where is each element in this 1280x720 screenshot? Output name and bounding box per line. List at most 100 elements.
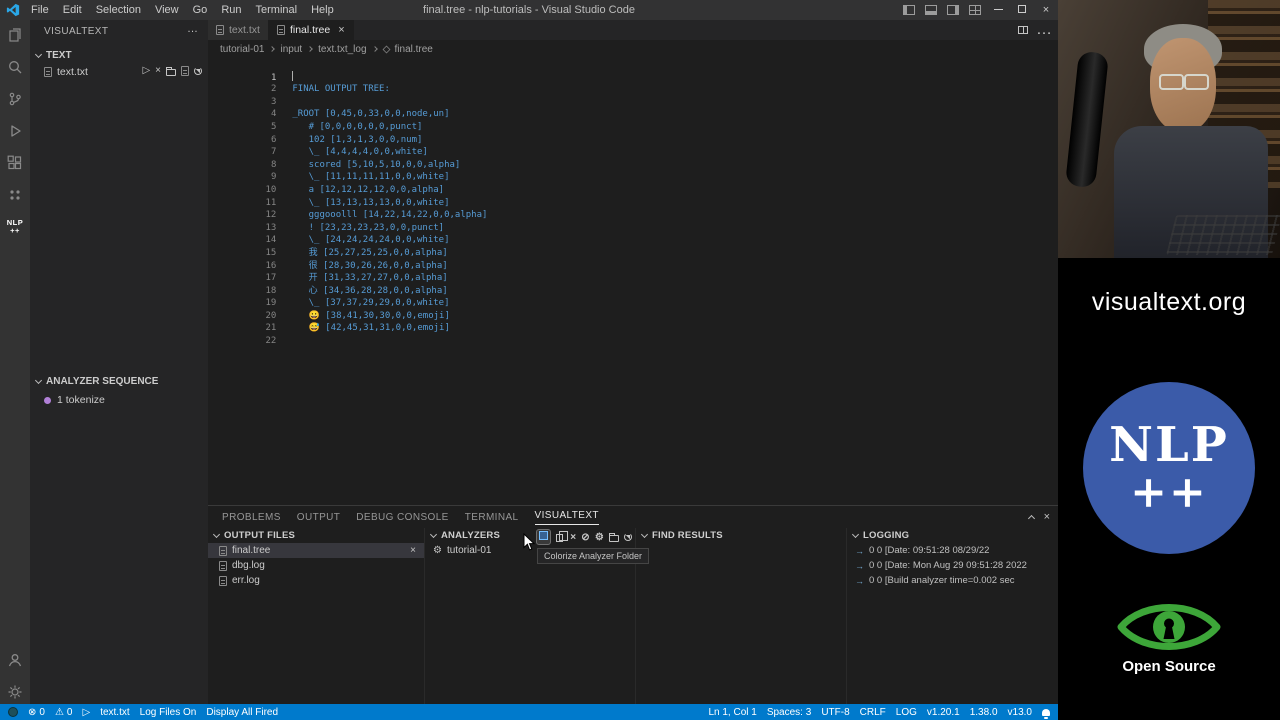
sidebar-item-text-file[interactable]: text.txt ▷ × xyxy=(30,64,208,80)
toggle-secondary-sidebar-icon[interactable] xyxy=(947,5,959,15)
code-line[interactable]: 1 xyxy=(208,58,1058,83)
line-text: 我 [25,27,25,25,0,0,alpha] xyxy=(292,247,448,258)
menu-item[interactable]: Edit xyxy=(56,0,89,20)
analyzer-sequence-header[interactable]: ANALYZER SEQUENCE ↓ ↑ xyxy=(34,376,158,387)
errors-badge[interactable]: ⊗ 0 xyxy=(28,707,45,718)
tab-text-txt[interactable]: text.txt xyxy=(208,20,269,40)
close-icon[interactable]: × xyxy=(570,532,576,543)
close-icon[interactable]: × xyxy=(410,545,416,556)
code-line[interactable]: 2 FINAL OUTPUT TREE: xyxy=(208,71,1058,94)
tab-visualtext[interactable]: VISUALTEXT xyxy=(534,510,599,525)
status-version-1[interactable]: v1.20.1 xyxy=(927,707,960,718)
refresh-icon[interactable] xyxy=(624,533,632,541)
status-version-2[interactable]: 1.38.0 xyxy=(970,707,998,718)
search-icon[interactable] xyxy=(0,55,30,79)
close-tab-icon[interactable]: × xyxy=(338,24,344,36)
close-icon[interactable]: × xyxy=(155,65,161,76)
status-log-files[interactable]: Log Files On xyxy=(140,707,197,718)
copy-icon[interactable] xyxy=(556,531,569,542)
folder-icon[interactable] xyxy=(166,66,176,76)
breadcrumb: tutorial-01 input text.txt_log final.tre… xyxy=(208,40,1058,58)
menu-item[interactable]: Go xyxy=(186,0,215,20)
output-files-header[interactable]: OUTPUT FILES xyxy=(208,528,424,543)
menu-item[interactable]: View xyxy=(148,0,186,20)
status-display-all-fired[interactable]: Display All Fired xyxy=(206,707,278,718)
close-window-button[interactable]: × xyxy=(1034,0,1058,20)
toggle-panel-icon[interactable] xyxy=(925,5,937,15)
maximize-panel-icon[interactable] xyxy=(1027,514,1035,523)
menu-item[interactable]: Run xyxy=(214,0,248,20)
chevron-right-icon xyxy=(269,46,276,52)
source-control-icon[interactable] xyxy=(0,87,30,111)
minimize-button[interactable] xyxy=(986,0,1010,20)
menu-item[interactable]: Help xyxy=(304,0,341,20)
log-entry[interactable]: → 0 0 [Date: 09:51:28 08/29/22 xyxy=(847,543,1058,558)
code-editor[interactable]: 1 2 FINAL OUTPUT TREE: 3 4 _ROOT [0,45,0,3… xyxy=(208,58,1058,505)
status-encoding[interactable]: UTF-8 xyxy=(821,707,849,718)
tab-final-tree[interactable]: final.tree × xyxy=(268,20,354,40)
visualtext-nlp-icon[interactable]: NLP ++ xyxy=(0,215,30,239)
new-file-icon[interactable] xyxy=(181,65,189,76)
warning-icon: ⚠ xyxy=(54,706,64,718)
code-line[interactable]: 4 _ROOT [0,45,0,33,0,0,node,un] xyxy=(208,96,1058,119)
folder-icon[interactable] xyxy=(609,533,619,542)
editor-more-actions-icon[interactable]: … xyxy=(1036,21,1052,39)
run-debug-icon[interactable] xyxy=(0,119,30,143)
output-file-row-final-tree[interactable]: final.tree × xyxy=(208,543,424,558)
warnings-badge[interactable]: ⚠ 0 xyxy=(55,707,73,718)
output-file-row-err-log[interactable]: err.log xyxy=(208,573,424,588)
line-text: gggooolll [14,22,14,22,0,0,alpha] xyxy=(292,210,488,221)
line-text: FINAL OUTPUT TREE: xyxy=(292,84,390,95)
gear-icon: ⚙ xyxy=(433,545,442,556)
find-results-header[interactable]: FIND RESULTS xyxy=(636,528,846,543)
status-spaces[interactable]: Spaces: 3 xyxy=(767,707,811,718)
sidebar-more-actions-icon[interactable]: … xyxy=(187,23,198,35)
menu-item[interactable]: Selection xyxy=(89,0,148,20)
file-icon xyxy=(219,575,227,586)
breadcrumb-item[interactable]: input xyxy=(280,44,302,55)
status-language-mode[interactable]: LOG xyxy=(896,707,917,718)
log-entry[interactable]: → 0 0 [Date: Mon Aug 29 09:51:28 2022 xyxy=(847,558,1058,573)
status-run-file[interactable]: text.txt xyxy=(100,707,129,718)
panel-tab-bar: PROBLEMS OUTPUT DEBUG CONSOLE TERMINAL V… xyxy=(208,506,1058,528)
menu-item[interactable]: Terminal xyxy=(249,0,305,20)
run-icon[interactable]: ▷ xyxy=(142,65,150,76)
line-text: 😀 [38,41,30,30,0,0,emoji] xyxy=(292,310,450,321)
close-panel-icon[interactable]: × xyxy=(1044,511,1050,523)
breadcrumb-item[interactable]: tutorial-01 xyxy=(220,44,264,55)
tab-terminal[interactable]: TERMINAL xyxy=(465,512,519,523)
menu-item[interactable]: File xyxy=(24,0,56,20)
webcam-video xyxy=(1058,0,1280,258)
kill-icon[interactable]: ⊘ xyxy=(581,532,590,543)
gear-icon[interactable]: ⚙ xyxy=(595,532,604,543)
maximize-button[interactable] xyxy=(1010,0,1034,20)
settings-gear-icon[interactable] xyxy=(0,680,30,704)
tab-problems[interactable]: PROBLEMS xyxy=(222,512,281,523)
notifications-bell-icon[interactable] xyxy=(1042,708,1050,719)
status-eol[interactable]: CRLF xyxy=(860,707,886,718)
breadcrumb-item[interactable]: text.txt_log xyxy=(318,44,366,55)
text-section-header[interactable]: TEXT xyxy=(34,50,72,61)
refresh-icon[interactable] xyxy=(194,66,202,75)
run-icon[interactable]: ▷ xyxy=(82,707,90,718)
tab-output[interactable]: OUTPUT xyxy=(297,512,341,523)
log-entry[interactable]: → 0 0 [Build analyzer time=0.002 sec xyxy=(847,573,1058,588)
split-editor-icon[interactable] xyxy=(1018,26,1028,34)
status-line-col[interactable]: Ln 1, Col 1 xyxy=(708,707,756,718)
logging-header[interactable]: LOGGING xyxy=(847,528,1058,543)
explorer-icon[interactable] xyxy=(0,23,30,47)
visualtext-status-icon[interactable] xyxy=(8,707,18,717)
account-icon[interactable] xyxy=(0,648,30,672)
status-version-3[interactable]: v13.0 xyxy=(1008,707,1032,718)
toggle-sidebar-icon[interactable] xyxy=(903,5,915,15)
tab-debug-console[interactable]: DEBUG CONSOLE xyxy=(356,512,448,523)
customize-layout-icon[interactable] xyxy=(969,5,981,15)
sidebar-item-tokenize[interactable]: 1 tokenize xyxy=(30,392,208,408)
line-number: 16 xyxy=(265,260,277,271)
extensions-icon[interactable] xyxy=(0,151,30,175)
output-file-row-dbg-log[interactable]: dbg.log xyxy=(208,558,424,573)
breadcrumb-item[interactable]: final.tree xyxy=(395,44,433,55)
remote-explorer-icon[interactable] xyxy=(0,183,30,207)
arrow-right-icon: → xyxy=(855,575,864,586)
line-number: 2 xyxy=(270,84,277,95)
